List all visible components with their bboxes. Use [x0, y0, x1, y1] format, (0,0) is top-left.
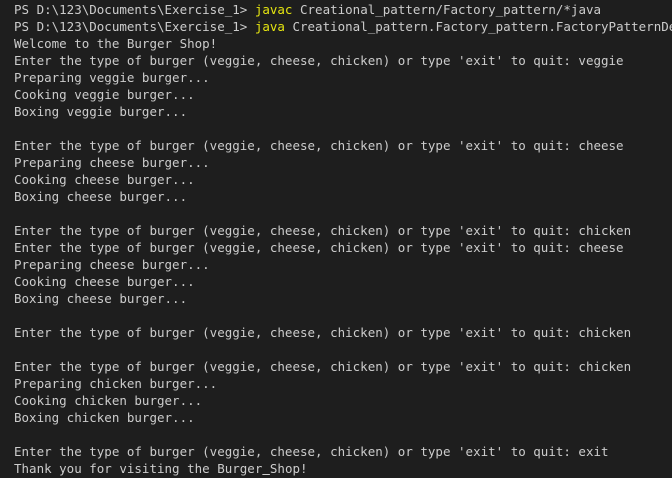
output-line: Preparing cheese burger... [14, 155, 210, 170]
output-line: Preparing chicken burger... [14, 376, 218, 391]
output-text: Shop! [269, 461, 308, 476]
prompt-line: PS D:\123\Documents\Exercise_1> java Cre… [14, 18, 672, 35]
output-line: Preparing veggie burger... [14, 70, 210, 85]
output-line: Boxing cheese burger... [14, 291, 188, 306]
output-line: Cooking cheese burger... [14, 172, 195, 187]
output-line: Boxing cheese burger... [14, 189, 188, 204]
output-line: Cooking cheese burger... [14, 274, 195, 289]
terminal-output[interactable]: PS D:\123\Documents\Exercise_1> javac Cr… [0, 0, 672, 478]
prompt-line: PS D:\123\Documents\Exercise_1> javac Cr… [14, 1, 672, 18]
output-line: Preparing cheese burger... [14, 257, 210, 272]
output-line: Enter the type of burger (veggie, cheese… [14, 53, 624, 68]
output-line: Enter the type of burger (veggie, cheese… [14, 325, 632, 340]
output-line: Enter the type of burger (veggie, cheese… [14, 223, 632, 238]
output-line: Boxing veggie burger... [14, 104, 188, 119]
prompt-path: PS D:\123\Documents\Exercise_1> [14, 2, 255, 17]
command-name: java [254, 19, 285, 34]
command-name: javac [254, 2, 293, 17]
output-line: Enter the type of burger (veggie, cheese… [14, 240, 624, 255]
text-cursor [262, 461, 270, 476]
output-line: Welcome to the Burger Shop! [14, 36, 218, 51]
output-line: Boxing chicken burger... [14, 410, 195, 425]
output-line: Enter the type of burger (veggie, cheese… [14, 138, 624, 153]
output-line: Enter the type of burger (veggie, cheese… [14, 444, 609, 459]
command-args: Creational_pattern/Factory_pattern/*java [292, 2, 602, 17]
output-line: Thank you for visiting the Burger Shop! [14, 460, 672, 477]
output-line: Cooking veggie burger... [14, 87, 195, 102]
output-line: Cooking chicken burger... [14, 393, 203, 408]
output-text: Thank you for visiting the Burger [14, 461, 263, 476]
command-args: Creational_pattern.Factory_pattern.Facto… [284, 19, 672, 34]
output-line: Enter the type of burger (veggie, cheese… [14, 359, 632, 374]
prompt-path: PS D:\123\Documents\Exercise_1> [14, 19, 255, 34]
